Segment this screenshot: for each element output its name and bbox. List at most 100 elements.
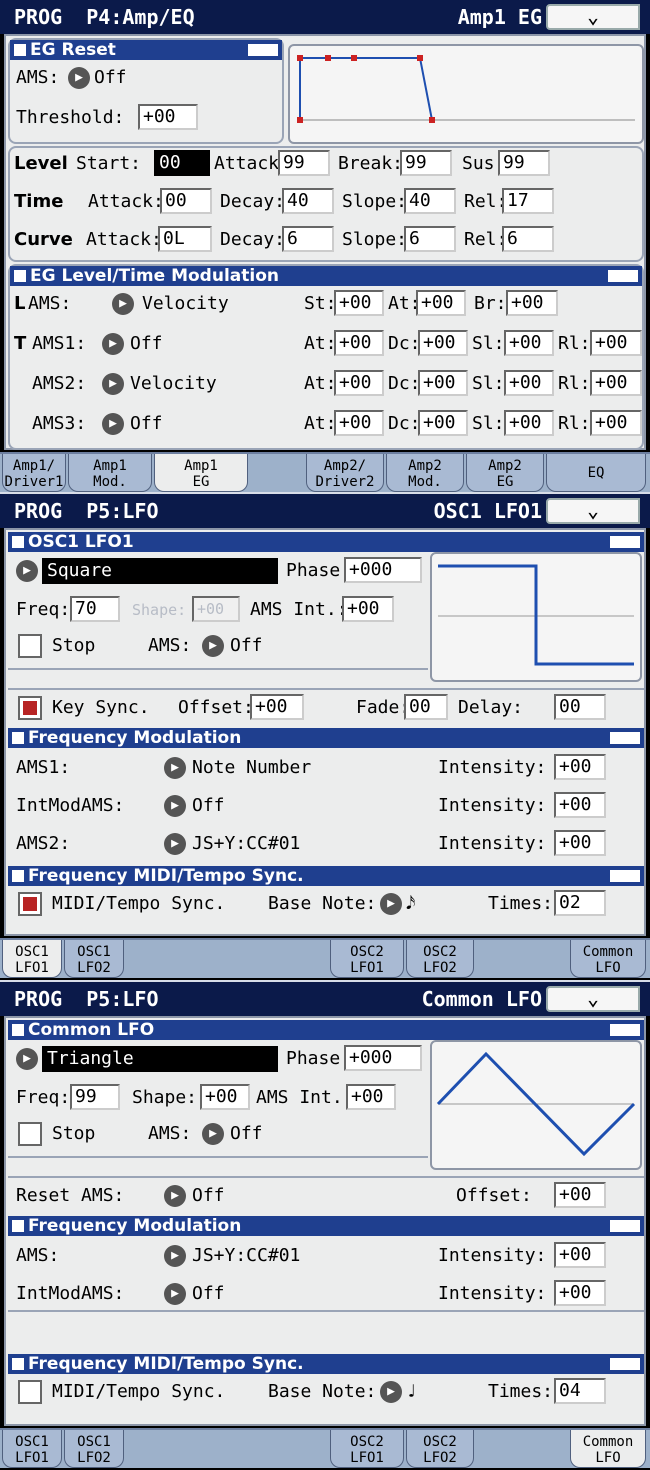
midi-tempo-sync-checkbox[interactable] xyxy=(18,892,42,916)
threshold-field[interactable]: +00 xyxy=(138,104,198,130)
key-sync-checkbox[interactable] xyxy=(18,696,42,720)
fm-ams-popup-arrow-icon[interactable]: ▶ xyxy=(164,757,186,779)
ams-popup-arrow-icon[interactable]: ▶ xyxy=(102,333,124,355)
tab-osc1-lfo1[interactable]: OSC1 LFO1 xyxy=(2,1430,62,1468)
times-field[interactable]: 02 xyxy=(554,890,606,916)
time-decay-field[interactable]: 40 xyxy=(282,188,334,214)
midi-tempo-sync-checkbox[interactable] xyxy=(18,1380,42,1404)
intensity-field[interactable]: +00 xyxy=(554,1242,606,1268)
base-note-popup-arrow-icon[interactable]: ▶ xyxy=(380,893,402,915)
ams-int-field[interactable]: +00 xyxy=(342,596,394,622)
at-field[interactable]: +00 xyxy=(334,330,384,356)
l-ams-popup-arrow-icon[interactable]: ▶ xyxy=(112,293,134,315)
fm-ams-popup-arrow-icon[interactable]: ▶ xyxy=(164,833,186,855)
fm-ams-value[interactable]: JS+Y:CC#01 xyxy=(192,1244,300,1268)
tab-amp2-driver2[interactable]: Amp2/Driver2 xyxy=(306,454,384,492)
tab-amp1-driver1[interactable]: Amp1/Driver1 xyxy=(2,454,66,492)
intensity-field[interactable]: +00 xyxy=(554,830,606,856)
time-slope-field[interactable]: 40 xyxy=(404,188,456,214)
base-note-popup-arrow-icon[interactable]: ▶ xyxy=(380,1381,402,1403)
reset-ams-value[interactable]: Off xyxy=(192,1184,225,1208)
level-attack-field[interactable]: 99 xyxy=(278,150,330,176)
tab-osc2-lfo2[interactable]: OSC2 LFO2 xyxy=(406,1430,474,1468)
tab-osc2-lfo1[interactable]: OSC2 LFO1 xyxy=(330,940,404,978)
fm-ams-value[interactable]: JS+Y:CC#01 xyxy=(192,832,300,856)
tab-amp2-mod[interactable]: Amp2 Mod. xyxy=(386,454,464,492)
time-rel-field[interactable]: 17 xyxy=(502,188,554,214)
reset-ams-popup-arrow-icon[interactable]: ▶ xyxy=(164,1185,186,1207)
fade-field[interactable]: 00 xyxy=(404,694,448,720)
curve-attack-field[interactable]: 0L xyxy=(158,226,212,252)
rl-field[interactable]: +00 xyxy=(590,330,642,356)
phase-field[interactable]: +000 xyxy=(344,1045,422,1071)
tab-common-lfo[interactable]: Common LFO xyxy=(570,940,646,978)
delay-field[interactable]: 00 xyxy=(554,694,606,720)
tab-osc1-lfo2[interactable]: OSC1 LFO2 xyxy=(64,1430,124,1468)
tab-osc2-lfo1[interactable]: OSC2 LFO1 xyxy=(330,1430,404,1468)
page-menu-button[interactable]: ⌄ xyxy=(546,4,640,30)
offset-field[interactable]: +00 xyxy=(554,1182,606,1208)
sl-field[interactable]: +00 xyxy=(504,370,554,396)
fm-ams-popup-arrow-icon[interactable]: ▶ xyxy=(164,1283,186,1305)
intensity-field[interactable]: +00 xyxy=(554,792,606,818)
at-field[interactable]: +00 xyxy=(416,290,466,316)
intensity-field[interactable]: +00 xyxy=(554,1280,606,1306)
br-field[interactable]: +00 xyxy=(506,290,558,316)
phase-field[interactable]: +000 xyxy=(344,557,422,583)
shape-field[interactable]: +00 xyxy=(200,1084,250,1110)
tab-osc1-lfo1[interactable]: OSC1 LFO1 xyxy=(2,940,62,978)
eg-reset-ams-value[interactable]: Off xyxy=(94,66,127,90)
tab-osc1-lfo2[interactable]: OSC1 LFO2 xyxy=(64,940,124,978)
waveform-popup-arrow-icon[interactable]: ▶ xyxy=(16,1048,38,1070)
freq-field[interactable]: 70 xyxy=(70,596,120,622)
waveform-popup-arrow-icon[interactable]: ▶ xyxy=(16,560,38,582)
ams-popup-arrow-icon[interactable]: ▶ xyxy=(68,67,90,89)
times-field[interactable]: 04 xyxy=(554,1378,606,1404)
fm-ams-value[interactable]: Note Number xyxy=(192,756,311,780)
tab-amp2-eg[interactable]: Amp2 EG xyxy=(466,454,544,492)
at-field[interactable]: +00 xyxy=(334,410,384,436)
ams-popup-arrow-icon[interactable]: ▶ xyxy=(102,373,124,395)
fm-ams-value[interactable]: Off xyxy=(192,794,225,818)
base-note-value[interactable]: 𝅘𝅥𝅯 xyxy=(406,892,415,916)
intensity-field[interactable]: +00 xyxy=(554,754,606,780)
stop-checkbox[interactable] xyxy=(18,634,42,658)
offset-field[interactable]: +00 xyxy=(250,694,304,720)
ams-row-value[interactable]: Off xyxy=(130,412,163,436)
rl-field[interactable]: +00 xyxy=(590,410,642,436)
waveform-field[interactable]: Square xyxy=(42,558,278,584)
ams-popup-arrow-icon[interactable]: ▶ xyxy=(202,635,224,657)
rl-field[interactable]: +00 xyxy=(590,370,642,396)
at-field[interactable]: +00 xyxy=(334,370,384,396)
curve-rel-field[interactable]: 6 xyxy=(502,226,554,252)
dc-field[interactable]: +00 xyxy=(418,370,468,396)
base-note-value[interactable]: ♩ xyxy=(406,1380,417,1404)
ams-value[interactable]: Off xyxy=(230,634,263,658)
level-sus-field[interactable]: 99 xyxy=(498,150,550,176)
curve-decay-field[interactable]: 6 xyxy=(282,226,334,252)
sl-field[interactable]: +00 xyxy=(504,330,554,356)
stop-checkbox[interactable] xyxy=(18,1122,42,1146)
st-field[interactable]: +00 xyxy=(334,290,384,316)
ams-int-field[interactable]: +00 xyxy=(346,1084,396,1110)
curve-slope-field[interactable]: 6 xyxy=(404,226,456,252)
ams-row-value[interactable]: Off xyxy=(130,332,163,356)
dc-field[interactable]: +00 xyxy=(418,330,468,356)
waveform-field[interactable]: Triangle xyxy=(42,1046,278,1072)
fm-ams-value[interactable]: Off xyxy=(192,1282,225,1306)
fm-ams-popup-arrow-icon[interactable]: ▶ xyxy=(164,795,186,817)
page-menu-button[interactable]: ⌄ xyxy=(546,986,640,1012)
tab-eq[interactable]: EQ xyxy=(546,454,646,492)
sl-field[interactable]: +00 xyxy=(504,410,554,436)
fm-ams-popup-arrow-icon[interactable]: ▶ xyxy=(164,1245,186,1267)
ams-value[interactable]: Off xyxy=(230,1122,263,1146)
freq-field[interactable]: 99 xyxy=(70,1084,120,1110)
tab-amp1-eg[interactable]: Amp1 EG xyxy=(154,454,248,492)
ams-popup-arrow-icon[interactable]: ▶ xyxy=(202,1123,224,1145)
page-menu-button[interactable]: ⌄ xyxy=(546,498,640,524)
dc-field[interactable]: +00 xyxy=(418,410,468,436)
l-ams-value[interactable]: Velocity xyxy=(142,292,229,316)
tab-amp1-mod[interactable]: Amp1 Mod. xyxy=(68,454,152,492)
ams-popup-arrow-icon[interactable]: ▶ xyxy=(102,413,124,435)
level-start-field[interactable]: 00 xyxy=(154,150,210,176)
